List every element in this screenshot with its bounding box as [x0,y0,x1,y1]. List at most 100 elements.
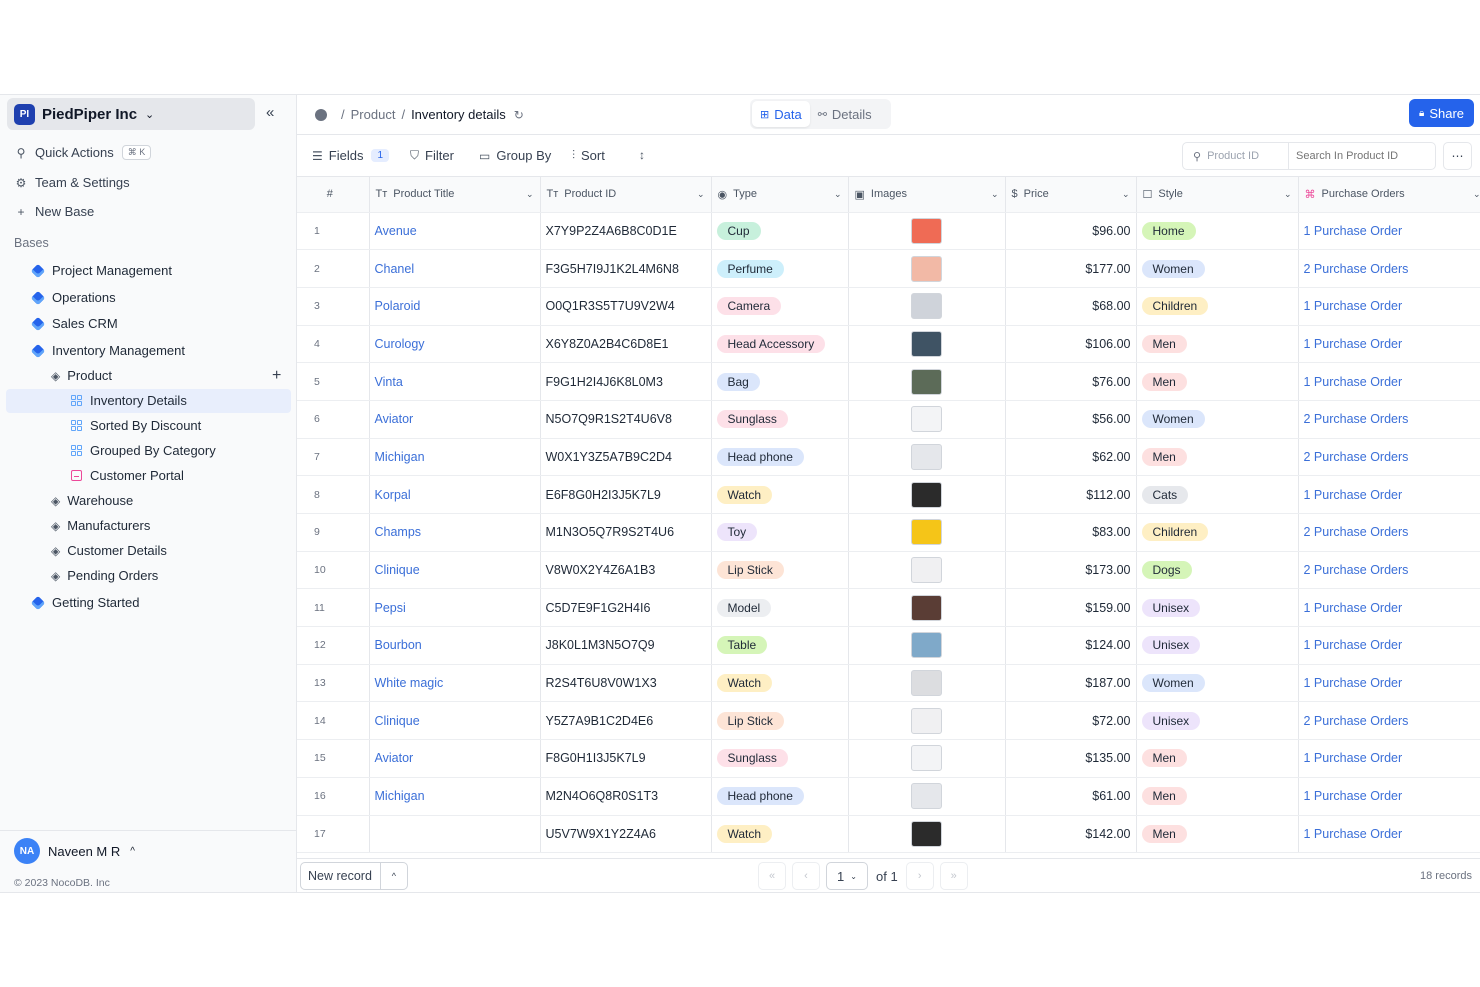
cell-price[interactable]: $173.00 [1005,551,1137,590]
cell-product-title[interactable]: Michigan [369,438,541,477]
cell-product-id[interactable]: R2S4T6U8V0W1X3 [540,664,712,703]
product-thumbnail[interactable] [911,481,942,508]
cell-style[interactable]: Children [1136,513,1299,552]
product-title[interactable]: Curology [375,337,425,351]
product-thumbnail[interactable] [911,519,942,546]
cell-purchase-orders[interactable]: 1 Purchase Order [1298,815,1480,854]
cell-price[interactable]: $177.00 [1005,249,1137,288]
cell-style[interactable]: Women [1136,249,1299,288]
product-thumbnail[interactable] [911,594,942,621]
chevron-down-icon[interactable]: ⌄ [697,189,705,200]
workspace-switcher[interactable]: PI PiedPiper Inc ⌄ [7,98,255,130]
cell-product-id[interactable]: X6Y8Z0A2B4C6D8E1 [540,325,712,364]
cell-images[interactable] [848,815,1006,854]
fields-button[interactable]: ☰ Fields 1 [312,148,390,163]
cell-images[interactable] [848,777,1006,816]
cell-type[interactable]: Toy [711,513,849,552]
cell-style[interactable]: Men [1136,777,1299,816]
group-by-button[interactable]: ▭ Group By [479,148,551,163]
cell-purchase-orders[interactable]: 1 Purchase Order [1298,475,1480,514]
cell-images[interactable] [848,212,1006,251]
product-thumbnail[interactable] [911,670,942,697]
cell-product-title[interactable]: Polaroid [369,287,541,326]
product-title[interactable]: Clinique [375,563,420,577]
table-row[interactable]: 15 Aviator F8G0H1I3J5K7L9 Sunglass $135.00 Me… [297,739,1480,778]
base-sales-crm[interactable]: Sales CRM [30,316,118,331]
cell-product-id[interactable]: C5D7E9F1G2H4I6 [540,588,712,628]
cell-style[interactable]: Home [1136,212,1299,251]
chevron-down-icon[interactable]: ⌄ [1473,189,1480,200]
product-title[interactable]: Pepsi [375,601,406,615]
breadcrumb-product[interactable]: Product [351,107,396,122]
cell-type[interactable]: Bag [711,362,849,401]
search-input[interactable] [1289,150,1429,162]
chevron-up-icon[interactable]: ^ [381,871,407,881]
prev-page-icon[interactable]: ‹ [792,862,820,890]
table-row[interactable]: 3 Polaroid O0Q1R3S5T7U9V2W4 Camera $68.00 Chi… [297,287,1480,326]
cell-product-id[interactable]: M2N4O6Q8R0S1T3 [540,777,712,816]
cell-style[interactable]: Unisex [1136,588,1299,628]
cell-product-id[interactable]: N5O7Q9R1S2T4U6V8 [540,400,712,439]
product-title[interactable]: Avenue [375,224,417,238]
table-pending-orders[interactable]: ◈ Pending Orders [51,568,158,583]
cell-price[interactable]: $96.00 [1005,212,1137,251]
product-thumbnail[interactable] [911,632,942,659]
cell-images[interactable] [848,739,1006,778]
cell-price[interactable]: $83.00 [1005,513,1137,552]
table-row[interactable]: 16 Michigan M2N4O6Q8R0S1T3 Head phone $61.00… [297,777,1480,816]
cell-type[interactable]: Sunglass [711,739,849,778]
cell-product-title[interactable]: White magic [369,664,541,703]
cell-images[interactable] [848,400,1006,439]
product-title[interactable]: Michigan [375,789,425,803]
chevron-down-icon[interactable]: ⌄ [834,189,842,200]
cell-images[interactable] [848,701,1006,741]
cell-type[interactable]: Watch [711,815,849,854]
cell-product-title[interactable]: Clinique [369,551,541,590]
cell-purchase-orders[interactable]: 2 Purchase Orders [1298,249,1480,288]
user-menu[interactable]: NA Naveen M R ^ [14,838,135,864]
cell-product-title[interactable]: Bourbon [369,626,541,665]
base-inventory-management[interactable]: Inventory Management [30,343,185,358]
cell-product-title[interactable]: Clinique [369,701,541,741]
base-project-management[interactable]: Project Management [30,263,172,278]
cell-product-title[interactable]: Aviator [369,739,541,778]
product-title[interactable]: Chanel [375,262,415,276]
product-title[interactable]: Aviator [375,751,414,765]
cell-images[interactable] [848,325,1006,364]
cell-price[interactable]: $68.00 [1005,287,1137,326]
purchase-orders-link[interactable]: 1 Purchase Order [1304,601,1403,615]
cell-style[interactable]: Unisex [1136,626,1299,665]
product-thumbnail[interactable] [911,745,942,772]
purchase-orders-link[interactable]: 2 Purchase Orders [1304,563,1409,577]
cell-purchase-orders[interactable]: 1 Purchase Order [1298,325,1480,364]
product-thumbnail[interactable] [911,707,942,734]
cell-style[interactable]: Cats [1136,475,1299,514]
cell-product-title[interactable]: Michigan [369,777,541,816]
row-height-button[interactable]: ↕ [639,148,651,162]
cell-product-id[interactable]: F3G5H7I9J1K2L4M6N8 [540,249,712,288]
tab-details[interactable]: ⚯ Details [810,101,880,127]
column-header-price[interactable]: $ Price ⌄ [1005,177,1137,213]
cell-style[interactable]: Dogs [1136,551,1299,590]
cell-type[interactable]: Head phone [711,777,849,816]
product-title[interactable]: Bourbon [375,638,422,652]
purchase-orders-link[interactable]: 1 Purchase Order [1304,789,1403,803]
cell-price[interactable]: $187.00 [1005,664,1137,703]
purchase-orders-link[interactable]: 1 Purchase Order [1304,224,1403,238]
cell-product-title[interactable]: Avenue [369,212,541,251]
cell-product-id[interactable]: V8W0X2Y4Z6A1B3 [540,551,712,590]
cell-images[interactable] [848,438,1006,477]
cell-style[interactable]: Men [1136,438,1299,477]
cell-product-title[interactable]: Vinta [369,362,541,401]
table-row[interactable]: 9 Champs M1N3O5Q7R9S2T4U6 Toy $83.00 Children… [297,513,1480,552]
cell-product-title[interactable]: Chanel [369,249,541,288]
view-grouped-by-category[interactable]: Grouped By Category [71,443,216,458]
table-row[interactable]: 17 U5V7W9X1Y2Z4A6 Watch $142.00 Men 1 Purchas… [297,815,1480,854]
cell-product-id[interactable]: W0X1Y3Z5A7B9C2D4 [540,438,712,477]
cell-purchase-orders[interactable]: 1 Purchase Order [1298,739,1480,778]
product-thumbnail[interactable] [911,557,942,584]
cell-product-title[interactable]: Pepsi [369,588,541,628]
chevron-down-icon[interactable]: ⌄ [526,189,534,200]
column-header-style[interactable]: ☐ Style ⌄ [1136,177,1299,213]
first-page-icon[interactable]: « [758,862,786,890]
